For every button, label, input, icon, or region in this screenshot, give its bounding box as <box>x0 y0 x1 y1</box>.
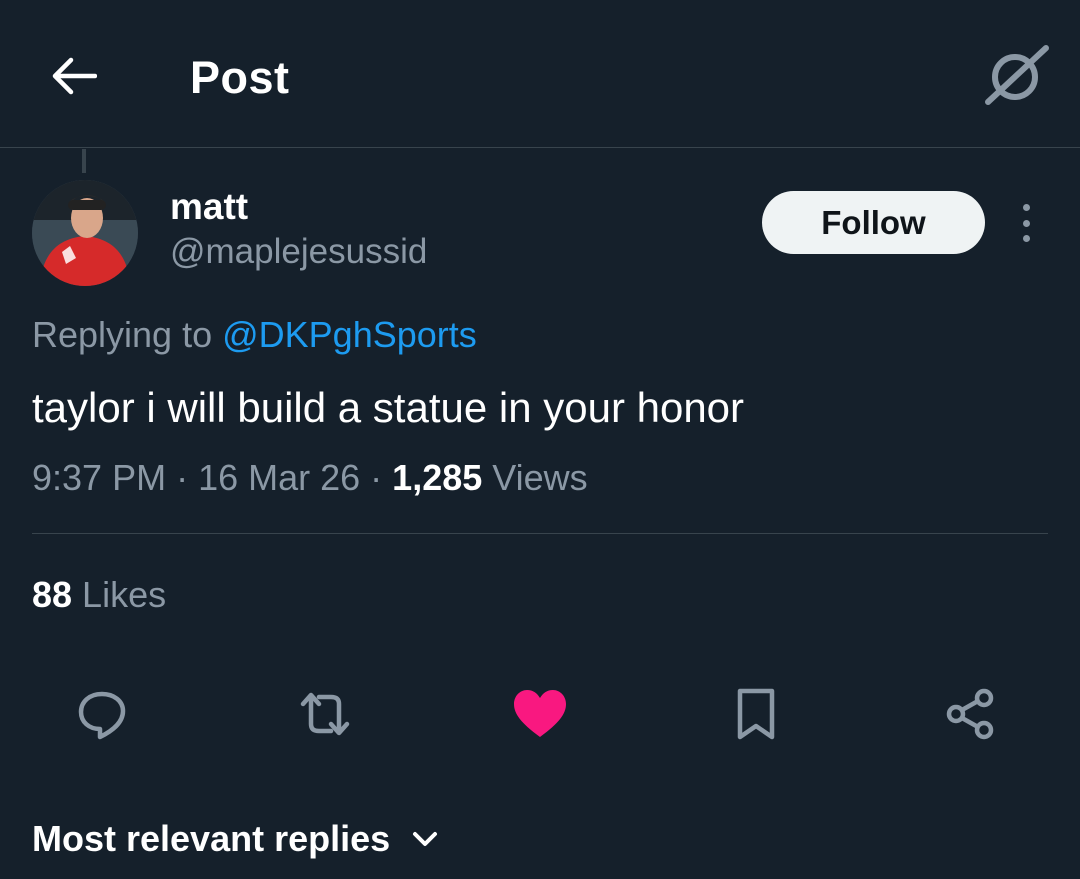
bookmark-button[interactable] <box>726 684 786 744</box>
more-dot <box>1022 204 1030 211</box>
replying-prefix: Replying to <box>32 314 223 355</box>
author-name[interactable]: matt <box>170 186 248 228</box>
tweet-time[interactable]: 9:37 PM <box>32 457 166 498</box>
meta-separator: · <box>360 457 393 498</box>
page-title: Post <box>190 52 290 103</box>
tweet-metadata: 9:37 PM · 16 Mar 26 · 1,285 Views <box>32 457 588 499</box>
thread-connector <box>82 149 86 173</box>
heart-icon <box>514 690 566 737</box>
replying-to: Replying to @DKPghSports <box>32 314 477 356</box>
top-bar: Post <box>0 0 1080 148</box>
grok-icon <box>985 45 1049 105</box>
tweet-text: taylor i will build a statue in your hon… <box>32 384 745 431</box>
replies-sort-dropdown[interactable]: Most relevant replies <box>32 818 438 860</box>
grok-button[interactable] <box>982 40 1052 110</box>
likes-count: 88 <box>32 574 73 615</box>
replies-sort-label: Most relevant replies <box>32 818 391 859</box>
tweet-date[interactable]: 16 Mar 26 <box>198 457 360 498</box>
share-button[interactable] <box>940 684 1000 744</box>
author-handle[interactable]: @maplejesussid <box>170 232 427 272</box>
bookmark-icon <box>737 688 775 740</box>
more-options-button[interactable] <box>1008 200 1044 246</box>
more-dot <box>1022 219 1030 227</box>
chevron-down-icon <box>413 832 438 846</box>
views-label: Views <box>482 457 588 498</box>
retweet-icon <box>300 692 350 736</box>
reply-mention-link[interactable]: @DKPghSports <box>222 314 477 355</box>
follow-button[interactable]: Follow <box>762 191 985 254</box>
reply-button[interactable] <box>72 684 132 744</box>
reply-icon <box>78 691 126 740</box>
arrow-left-icon <box>52 57 97 95</box>
avatar-image <box>32 180 138 286</box>
more-dot <box>1022 235 1030 242</box>
divider <box>32 533 1048 534</box>
views-count: 1,285 <box>392 457 483 498</box>
retweet-button[interactable] <box>295 684 355 744</box>
share-icon <box>946 688 994 740</box>
meta-separator: · <box>166 457 199 498</box>
avatar[interactable] <box>32 180 138 286</box>
back-button[interactable] <box>44 48 104 104</box>
likes-label: Likes <box>72 574 167 615</box>
likes-stat[interactable]: 88 Likes <box>32 574 166 616</box>
like-button[interactable] <box>510 684 570 744</box>
